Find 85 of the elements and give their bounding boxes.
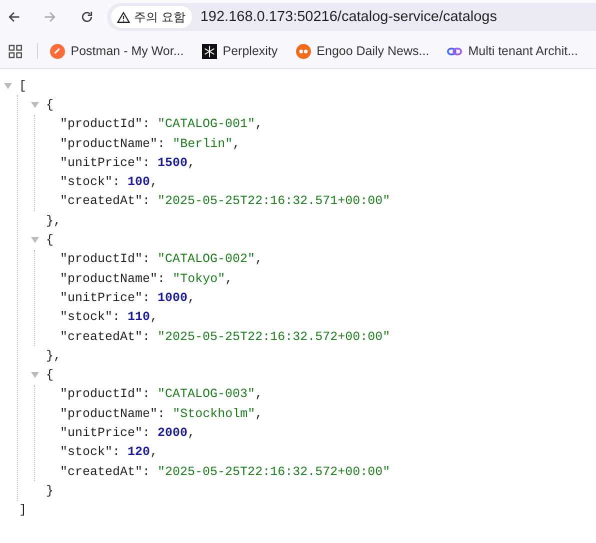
- json-value: 1500: [158, 156, 188, 170]
- collapse-arrow-icon[interactable]: [31, 371, 39, 380]
- json-value: 1000: [158, 290, 188, 305]
- json-key: "unitPrice": [60, 426, 143, 440]
- json-key: "stock": [60, 175, 113, 190]
- json-comma: ,: [255, 117, 263, 132]
- json-key: "productId": [60, 117, 143, 132]
- json-value: "CATALOG-002": [158, 252, 256, 266]
- json-colon: :: [142, 194, 150, 208]
- json-key: "createdAt": [60, 464, 143, 479]
- perplexity-icon: [202, 44, 217, 58]
- json-key: "stock": [60, 310, 113, 324]
- json-key: "productId": [60, 387, 143, 402]
- owl-icon: [296, 44, 311, 58]
- bookmark-item[interactable]: Engoo Daily News...: [296, 44, 430, 58]
- json-colon: :: [142, 290, 150, 305]
- json-key: "stock": [60, 445, 113, 460]
- json-value: "Stockholm": [172, 406, 256, 421]
- json-comma: ,: [188, 426, 196, 440]
- json-brace: {: [46, 233, 54, 248]
- json-key: "productName": [60, 272, 158, 286]
- json-value: "2025-05-25T22:16:32.571+00:00": [158, 194, 390, 208]
- json-value: 120: [128, 445, 150, 460]
- collapse-arrow-icon[interactable]: [4, 82, 12, 90]
- json-value: "2025-05-25T22:16:32.572+00:00": [158, 464, 390, 479]
- json-key: "productId": [60, 252, 143, 266]
- forward-icon[interactable]: [43, 10, 57, 24]
- json-comma: ,: [255, 387, 263, 402]
- json-brace: {: [46, 368, 54, 382]
- bookmark-item[interactable]: Postman - My Wor...: [50, 44, 184, 58]
- security-label: 주의 요함: [134, 8, 186, 26]
- security-chip[interactable]: 주의 요함: [111, 6, 192, 28]
- json-brace: }: [46, 484, 54, 498]
- json-colon: :: [158, 406, 166, 421]
- url-text: 192.168.0.173:50216/catalog-service/catalogs: [200, 9, 497, 25]
- json-colon: :: [112, 175, 120, 190]
- json-colon: :: [142, 426, 150, 440]
- json-colon: :: [112, 445, 120, 460]
- json-colon: :: [158, 136, 166, 151]
- json-comma: ,: [188, 290, 196, 305]
- json-value: 100: [128, 175, 150, 190]
- json-value: 2000: [158, 426, 188, 440]
- json-bracket: ]: [19, 503, 27, 518]
- json-comma: ,: [255, 406, 263, 421]
- json-comma: ,: [150, 175, 158, 190]
- json-value: "CATALOG-001": [158, 117, 256, 132]
- json-comma: ,: [150, 310, 158, 324]
- json-colon: :: [142, 464, 150, 479]
- json-comma: ,: [255, 252, 263, 266]
- json-comma: ,: [188, 156, 196, 170]
- postman-logo-icon: [50, 44, 65, 58]
- json-value: "2025-05-25T22:16:32.572+00:00": [158, 330, 390, 344]
- json-key: "createdAt": [60, 330, 143, 344]
- json-value: "Berlin": [172, 136, 233, 151]
- json-comma: ,: [150, 445, 158, 460]
- collapse-arrow-icon[interactable]: [31, 100, 39, 109]
- json-key: "productName": [60, 406, 158, 421]
- reload-icon[interactable]: [80, 10, 94, 24]
- json-colon: :: [142, 387, 150, 402]
- json-comma: ,: [232, 136, 240, 151]
- json-value: "Tokyo": [172, 272, 226, 286]
- json-bracket: [: [19, 78, 27, 93]
- warning-icon: [117, 10, 130, 24]
- json-brace: },: [46, 214, 62, 228]
- json-colon: :: [142, 117, 150, 132]
- back-icon[interactable]: [7, 10, 21, 24]
- json-key: "createdAt": [60, 194, 143, 208]
- json-comma: ,: [225, 272, 233, 286]
- json-colon: :: [112, 310, 120, 324]
- json-value: 110: [128, 310, 150, 324]
- json-key: "unitPrice": [60, 156, 143, 170]
- json-key: "unitPrice": [60, 290, 143, 305]
- bookmark-item[interactable]: Multi tenant Archit...: [447, 44, 578, 58]
- json-key: "productName": [60, 136, 158, 151]
- json-value: "CATALOG-003": [158, 387, 256, 402]
- json-colon: :: [142, 252, 150, 266]
- json-brace: },: [46, 348, 62, 363]
- apps-grid-icon[interactable]: [8, 44, 23, 58]
- collapse-arrow-icon[interactable]: [31, 236, 39, 244]
- address-bar[interactable]: 주의 요함 192.168.0.173:50216/catalog-service/catalogs: [107, 3, 596, 31]
- json-colon: :: [142, 156, 150, 170]
- json-colon: :: [158, 272, 166, 286]
- bookmark-item[interactable]: Perplexity: [202, 44, 278, 58]
- json-colon: :: [142, 330, 150, 344]
- json-brace: {: [46, 98, 54, 112]
